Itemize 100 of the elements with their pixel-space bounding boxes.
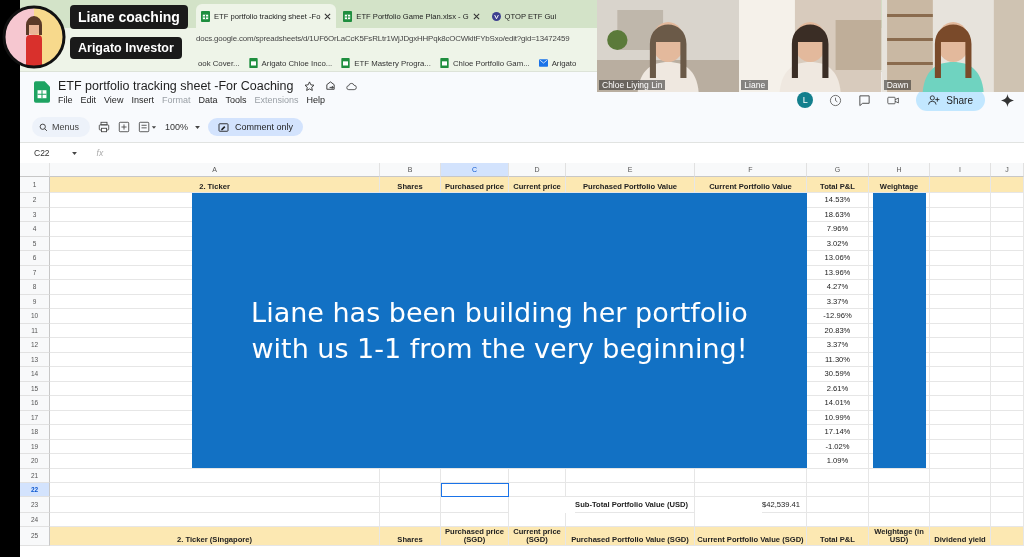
comment-only-button[interactable]: Comment only [208, 118, 304, 136]
v-logo-icon [491, 10, 501, 22]
move-icon[interactable] [324, 80, 336, 92]
person-add-icon [928, 95, 941, 105]
table-cell [991, 396, 1024, 411]
table-cell [991, 410, 1024, 425]
participant-name: Chloe Liying Lin [599, 80, 666, 90]
close-icon[interactable] [324, 12, 332, 20]
user-avatar[interactable]: L [797, 92, 814, 108]
table-cell [930, 222, 991, 237]
menu-item[interactable]: Insert [131, 95, 154, 105]
sheets-logo-icon[interactable] [34, 81, 50, 103]
menu-item[interactable]: View [104, 95, 124, 105]
table-cell [991, 294, 1024, 309]
table-cell [991, 265, 1024, 280]
search-icon [39, 123, 48, 132]
table-cell [991, 482, 1024, 497]
table-cell [991, 454, 1024, 469]
sheets-icon [343, 10, 353, 22]
table-cell [930, 177, 991, 193]
table-cell [509, 512, 566, 527]
table-cell [930, 294, 991, 309]
table-cell [991, 280, 1024, 295]
close-icon[interactable] [472, 12, 480, 20]
sparkle-icon[interactable] [1001, 93, 1014, 107]
table-cell [930, 338, 991, 353]
table-cell [930, 381, 991, 396]
comment-icon[interactable] [858, 93, 872, 107]
table-cell [869, 482, 930, 497]
table-cell [441, 512, 509, 527]
mail-icon [538, 58, 548, 68]
search-field[interactable]: Menus [32, 117, 90, 137]
table-cell [807, 512, 869, 527]
caret-icon [195, 125, 201, 129]
table-cell [930, 425, 991, 440]
table-cell [380, 512, 441, 527]
table-cell [807, 496, 869, 513]
table-cell [991, 468, 1024, 483]
formula-label: fx [96, 148, 104, 158]
table-cell [380, 482, 441, 497]
table-cell [930, 496, 991, 513]
sheets-icon [439, 58, 449, 68]
corner-cell[interactable] [20, 163, 50, 177]
edit-icon [218, 122, 230, 132]
star-icon[interactable] [303, 80, 315, 92]
table-cell [991, 526, 1024, 547]
table-cell [930, 512, 991, 527]
menu-item[interactable]: Data [198, 95, 218, 105]
filter-views-icon[interactable] [138, 121, 157, 133]
name-box[interactable]: C22 [34, 148, 77, 158]
table-cell [991, 439, 1024, 454]
table-cell [869, 496, 930, 513]
selected-cell[interactable] [441, 482, 509, 497]
caption: Arigato Investor [70, 37, 182, 59]
table-cell [441, 496, 509, 513]
table-cell [991, 177, 1024, 193]
print-icon[interactable] [98, 121, 110, 133]
menu-item[interactable]: Edit [80, 95, 97, 105]
table-cell [991, 338, 1024, 353]
document-title[interactable]: ETF portfolio tracking sheet -For Coaching [58, 79, 294, 93]
table-cell [930, 280, 991, 295]
menu-item[interactable]: Help [306, 95, 325, 105]
zoom-dropdown[interactable]: 100% [165, 122, 201, 132]
menu-item[interactable]: Tools [225, 95, 247, 105]
participant-name: Dawn [883, 80, 912, 90]
banner-text: Liane has been building her portfolio with us 1-1 from the very beginning! [250, 296, 749, 366]
table-cell [991, 236, 1024, 251]
table-cell [807, 482, 869, 497]
table-cell [930, 265, 991, 280]
table-cell [380, 496, 441, 513]
table-cell [509, 482, 566, 497]
table-cell [991, 381, 1024, 396]
participant-name: Liane [741, 80, 769, 90]
table-cell [930, 236, 991, 251]
table-cell [869, 512, 930, 527]
table-cell [930, 468, 991, 483]
table-cell [930, 396, 991, 411]
caption: Liane coaching [70, 5, 188, 29]
table-cell [991, 425, 1024, 440]
table-cell [991, 496, 1024, 513]
table-cell [930, 367, 991, 382]
table-cell [930, 207, 991, 222]
table-cell [991, 512, 1024, 527]
sheets-icon [341, 58, 351, 68]
table-cell [930, 193, 991, 208]
table-cell [930, 309, 991, 324]
menu-item[interactable]: File [58, 95, 73, 105]
table-cell [930, 323, 991, 338]
table-cell [930, 482, 991, 497]
history-icon[interactable] [829, 93, 843, 107]
table-cell [930, 410, 991, 425]
table-cell [807, 468, 869, 483]
add-comment-icon[interactable] [118, 121, 130, 133]
table-cell [991, 323, 1024, 338]
table-cell [991, 207, 1024, 222]
cloud-icon[interactable] [345, 80, 357, 92]
table-cell [991, 193, 1024, 208]
sheets-icon [248, 58, 258, 68]
table-cell [991, 309, 1024, 324]
table-cell [991, 251, 1024, 266]
